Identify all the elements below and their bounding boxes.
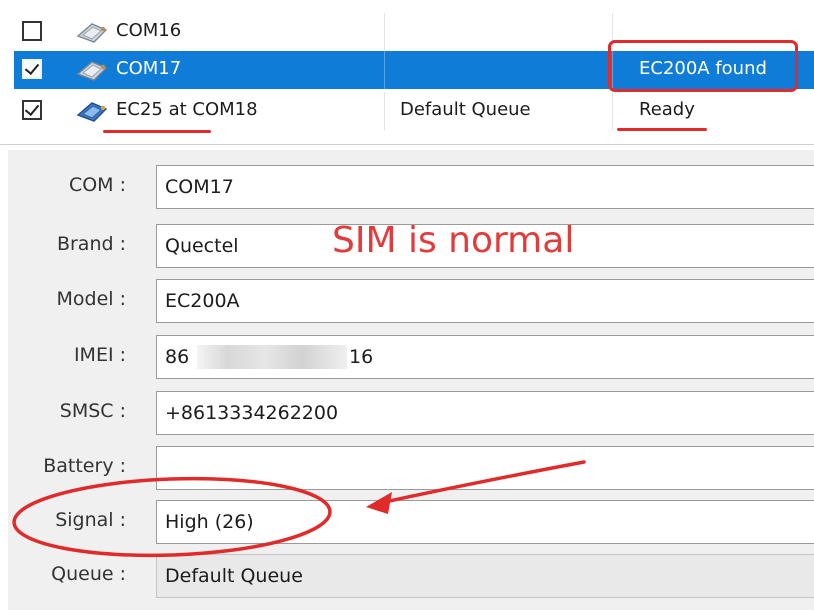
device-queue: Default Queue (400, 99, 531, 120)
signal-field[interactable]: High (26) (156, 500, 814, 544)
connected-modem-icon (76, 102, 108, 122)
imei-redaction (197, 345, 347, 369)
queue-label: Queue : (51, 563, 126, 585)
battery-label: Battery : (43, 455, 126, 477)
sim-status-annotation: SIM is normal (332, 220, 575, 261)
device-row-ec25[interactable]: EC25 at COM18 Default Queue Ready (14, 92, 814, 130)
modem-icon (76, 61, 108, 81)
com-value: COM17 (165, 176, 234, 198)
imei-field[interactable]: 86 16 (156, 335, 814, 379)
model-value: EC200A (165, 290, 240, 312)
brand-label: Brand : (56, 233, 126, 255)
device-name-underline (103, 130, 211, 133)
status-highlight-box (608, 40, 798, 92)
device-status: Ready (639, 99, 695, 120)
modem-icon (76, 23, 108, 43)
column-divider (612, 92, 613, 130)
device-name: COM17 (116, 58, 182, 79)
column-divider (384, 13, 385, 51)
smsc-field[interactable]: +8613334262200 (156, 391, 814, 435)
device-list: COM16 COM17 EC200A found EC25 at COM18 D… (0, 0, 814, 146)
model-field[interactable]: EC200A (156, 279, 814, 323)
smsc-value: +8613334262200 (165, 402, 339, 424)
signal-label: Signal : (55, 509, 126, 531)
queue-field: Default Queue (156, 554, 814, 598)
column-divider (384, 51, 385, 89)
device-name: COM16 (116, 20, 182, 41)
com-field[interactable]: COM17 (156, 165, 814, 209)
imei-value-end: 16 (349, 346, 374, 368)
device-details-panel: COM : COM17 Brand : Quectel Model : EC20… (8, 150, 814, 610)
status-underline (617, 128, 707, 131)
com-label: COM : (68, 174, 126, 196)
imei-value-start: 86 (165, 346, 190, 368)
device-checkbox[interactable] (22, 21, 42, 41)
smsc-label: SMSC : (59, 400, 126, 422)
battery-field[interactable] (156, 446, 814, 490)
modem-manager-window: COM16 COM17 EC200A found EC25 at COM18 D… (0, 0, 814, 610)
signal-value: High (26) (165, 511, 254, 533)
device-checkbox-checked[interactable] (22, 100, 42, 120)
model-label: Model : (56, 288, 127, 310)
column-divider (384, 92, 385, 130)
imei-label: IMEI : (73, 344, 126, 366)
device-checkbox-checked[interactable] (22, 59, 42, 79)
list-separator (0, 144, 814, 145)
queue-value: Default Queue (165, 565, 303, 587)
device-name: EC25 at COM18 (116, 99, 258, 120)
brand-value: Quectel (165, 235, 239, 257)
